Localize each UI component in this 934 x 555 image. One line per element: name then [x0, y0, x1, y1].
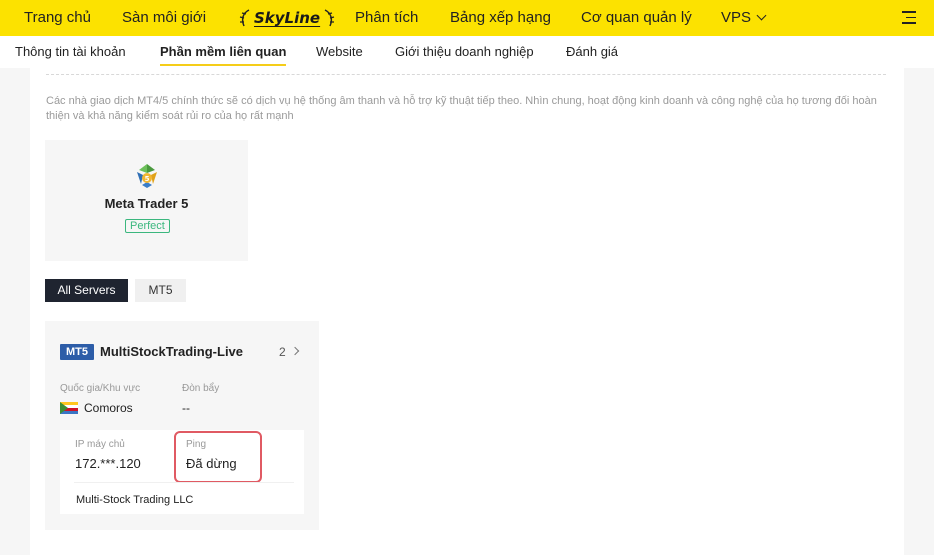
rating-badge: Perfect — [125, 219, 170, 233]
top-navigation-bar: Trang chủ Sàn môi giới SkyLine Phân tích… — [0, 0, 934, 36]
tab-related-software[interactable]: Phần mềm liên quan — [160, 36, 287, 68]
tab-company-intro[interactable]: Giới thiệu doanh nghiệp — [395, 36, 534, 68]
dashed-divider — [46, 74, 886, 75]
comoros-flag-icon — [60, 402, 78, 414]
software-card-mt5[interactable]: 5 Meta Trader 5 Perfect — [45, 140, 248, 261]
server-name: MultiStockTrading-Live — [100, 344, 244, 359]
nav-item-vps[interactable]: VPS — [721, 0, 767, 36]
software-description: Các nhà giao dịch MT4/5 chính thức sẽ có… — [46, 95, 877, 122]
country-value: Comoros — [84, 401, 133, 415]
sub-navigation-tabs: Thông tin tài khoản Phần mềm liên quan W… — [0, 36, 934, 68]
tab-account-info[interactable]: Thông tin tài khoản — [15, 36, 126, 68]
content-panel: Các nhà giao dịch MT4/5 chính thức sẽ có… — [30, 68, 904, 555]
laurel-left-icon — [239, 9, 250, 27]
server-count: 2 — [279, 345, 286, 359]
nav-item-brokers[interactable]: Sàn môi giới — [122, 0, 206, 36]
country-label: Quốc gia/Khu vực — [60, 383, 141, 394]
metatrader-5-icon: 5 — [137, 164, 157, 188]
platform-badge: MT5 — [60, 344, 94, 360]
svg-text:5: 5 — [145, 175, 150, 183]
nav-item-home[interactable]: Trang chủ — [24, 0, 91, 36]
tab-website[interactable]: Website — [316, 36, 363, 68]
leverage-value: -- — [182, 401, 190, 415]
ping-highlight-box — [174, 431, 262, 483]
chevron-right-icon[interactable] — [290, 346, 300, 356]
server-ip-label: IP máy chủ — [75, 439, 125, 450]
skyline-logo[interactable]: SkyLine — [238, 6, 336, 30]
filter-mt5[interactable]: MT5 — [135, 279, 186, 302]
hamburger-menu-icon[interactable] — [902, 11, 916, 24]
software-name: Meta Trader 5 — [104, 196, 189, 211]
leverage-label: Đòn bẩy — [182, 383, 220, 394]
nav-item-analysis[interactable]: Phân tích — [355, 0, 418, 36]
filter-all-servers[interactable]: All Servers — [45, 279, 128, 302]
chevron-down-icon — [756, 10, 767, 21]
server-details-box: IP máy chủ 172.***.120 Ping Đã dừng Mult… — [60, 430, 304, 514]
tab-reviews[interactable]: Đánh giá — [566, 36, 618, 68]
nav-item-regulators[interactable]: Cơ quan quản lý — [581, 0, 692, 36]
nav-item-rankings[interactable]: Bảng xếp hạng — [450, 0, 551, 36]
nav-item-vps-label: VPS — [721, 9, 752, 26]
laurel-right-icon — [324, 9, 335, 27]
logo-text: SkyLine — [254, 9, 321, 27]
server-card[interactable]: MT5 MultiStockTrading-Live 2 Quốc gia/Kh… — [45, 321, 319, 530]
server-ip-value: 172.***.120 — [75, 456, 141, 471]
company-name: Multi-Stock Trading LLC — [76, 494, 194, 506]
details-divider — [74, 482, 294, 483]
